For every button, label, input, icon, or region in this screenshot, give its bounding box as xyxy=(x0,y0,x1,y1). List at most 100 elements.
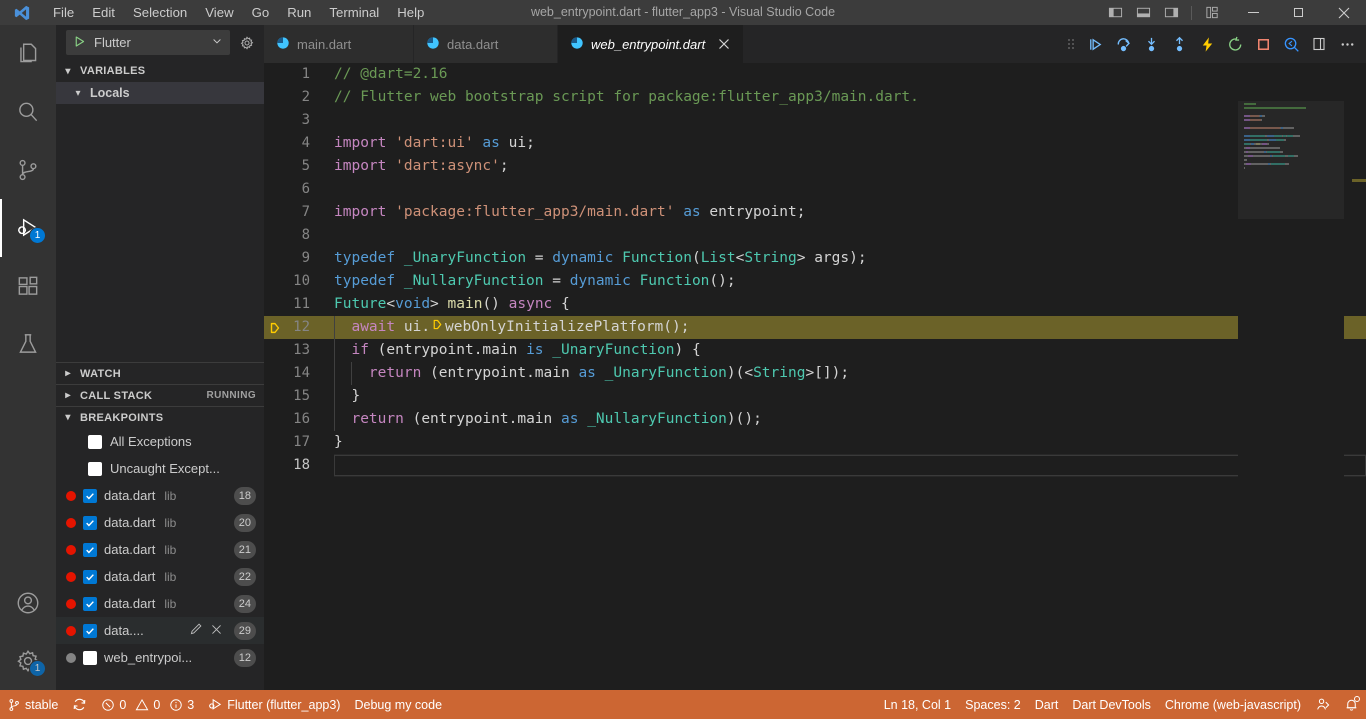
inline-breakpoint-marker-icon[interactable] xyxy=(431,316,444,339)
breakpoint-item[interactable]: data.dart lib 24 xyxy=(56,590,264,617)
activity-item-manage[interactable]: 1 xyxy=(0,632,56,690)
drag-handle-icon[interactable] xyxy=(1062,31,1080,57)
breakpoint-exception-uncaught[interactable]: Uncaught Except... xyxy=(56,455,264,482)
code-line[interactable]: 7 import 'package:flutter_app3/main.dart'… xyxy=(264,201,1366,224)
status-editor-indentation[interactable]: Spaces: 2 xyxy=(958,690,1028,719)
checkbox-unchecked[interactable] xyxy=(88,434,102,449)
code-text[interactable]: typedef _UnaryFunction = dynamic Functio… xyxy=(334,247,1366,270)
code-text[interactable]: import 'dart:async'; xyxy=(334,155,1366,178)
code-line[interactable]: 3 xyxy=(264,109,1366,132)
activity-item-source-control[interactable] xyxy=(0,141,56,199)
edit-condition-icon[interactable] xyxy=(189,622,203,639)
step-out-icon[interactable] xyxy=(1166,31,1192,57)
variables-scope-locals[interactable]: ▾ Locals xyxy=(56,82,264,104)
menu-selection[interactable]: Selection xyxy=(124,0,196,25)
code-line[interactable]: 13 if (entrypoint.main is _UnaryFunction… xyxy=(264,339,1366,362)
checkbox-unchecked[interactable] xyxy=(83,650,97,665)
checkbox-checked[interactable] xyxy=(83,542,97,557)
tab-main-dart[interactable]: main.dart xyxy=(264,25,414,63)
code-text[interactable]: } xyxy=(334,385,1366,408)
status-debug-my-code[interactable]: Debug my code xyxy=(347,690,449,719)
tab-web-entrypoint-dart[interactable]: web_entrypoint.dart xyxy=(558,25,745,63)
minimize-button[interactable] xyxy=(1231,0,1276,25)
breakpoint-item[interactable]: data.dart lib 22 xyxy=(56,563,264,590)
code-text[interactable]: import 'dart:ui' as ui; xyxy=(334,132,1366,155)
hot-restart-icon[interactable] xyxy=(1222,31,1248,57)
code-editor[interactable]: 1 // @dart=2.16 2 // Flutter web bootstrap … xyxy=(264,63,1366,690)
code-text[interactable]: // @dart=2.16 xyxy=(334,63,1366,86)
continue-icon[interactable] xyxy=(1082,31,1108,57)
open-devtools-icon[interactable] xyxy=(1306,31,1332,57)
step-into-icon[interactable] xyxy=(1138,31,1164,57)
code-text[interactable]: return (entrypoint.main as _NullaryFunct… xyxy=(334,408,1366,431)
status-notifications[interactable] xyxy=(1337,690,1366,719)
code-line[interactable]: 15 } xyxy=(264,385,1366,408)
code-text[interactable]: // Flutter web bootstrap script for pack… xyxy=(334,86,1366,109)
code-line[interactable]: 17} xyxy=(264,431,1366,454)
section-watch-header[interactable]: ▸ WATCH xyxy=(56,362,264,384)
code-line[interactable]: 4 import 'dart:ui' as ui; xyxy=(264,132,1366,155)
tab-data-dart[interactable]: data.dart xyxy=(414,25,558,63)
code-line[interactable]: 2 // Flutter web bootstrap script for pac… xyxy=(264,86,1366,109)
section-call-stack-header[interactable]: ▸ CALL STACK RUNNING xyxy=(56,384,264,406)
inspect-widget-icon[interactable] xyxy=(1278,31,1304,57)
breakpoint-exception-all[interactable]: All Exceptions xyxy=(56,428,264,455)
toggle-panel-icon[interactable] xyxy=(1132,2,1154,24)
status-editor-position[interactable]: Ln 18, Col 1 xyxy=(877,690,958,719)
code-line[interactable]: 11 Future<void> main() async { xyxy=(264,293,1366,316)
maximize-button[interactable] xyxy=(1276,0,1321,25)
activity-item-run-and-debug[interactable]: 1 xyxy=(0,199,56,257)
menu-view[interactable]: View xyxy=(196,0,242,25)
checkbox-unchecked[interactable] xyxy=(88,461,102,476)
close-button[interactable] xyxy=(1321,0,1366,25)
section-variables-header[interactable]: ▾ VARIABLES xyxy=(56,60,264,82)
debug-current-line-arrow-icon[interactable] xyxy=(264,321,286,335)
code-line[interactable]: 1 // @dart=2.16 xyxy=(264,63,1366,86)
debug-configure-gear-icon[interactable] xyxy=(236,32,258,54)
breakpoint-item-disabled[interactable]: web_entrypoi... 12 xyxy=(56,644,264,671)
menu-run[interactable]: Run xyxy=(278,0,320,25)
close-icon[interactable] xyxy=(716,36,732,52)
activity-item-testing[interactable] xyxy=(0,315,56,373)
code-lines[interactable]: 1 // @dart=2.16 2 // Flutter web bootstrap … xyxy=(264,63,1366,690)
checkbox-checked[interactable] xyxy=(83,623,97,638)
code-text[interactable] xyxy=(334,454,1366,477)
menu-file[interactable]: File xyxy=(44,0,83,25)
status-flutter-device[interactable]: Chrome (web-javascript) xyxy=(1158,690,1308,719)
status-remote-branch[interactable]: stable xyxy=(0,690,65,719)
activity-item-accounts[interactable] xyxy=(0,574,56,632)
remove-breakpoint-icon[interactable] xyxy=(210,623,223,639)
code-line[interactable]: 10 typedef _NullaryFunction = dynamic Fun… xyxy=(264,270,1366,293)
breakpoint-item[interactable]: data.dart lib 20 xyxy=(56,509,264,536)
status-editor-language[interactable]: Dart xyxy=(1028,690,1066,719)
editor-vertical-scrollbar[interactable] xyxy=(1352,101,1366,690)
status-live-share[interactable] xyxy=(1308,690,1337,719)
code-text[interactable]: await ui. webOnlyInitializePlatform(); xyxy=(334,315,1366,340)
checkbox-checked[interactable] xyxy=(83,596,97,611)
customize-layout-icon[interactable] xyxy=(1201,2,1223,24)
toggle-primary-sidebar-icon[interactable] xyxy=(1104,2,1126,24)
code-text[interactable]: Future<void> main() async { xyxy=(334,293,1366,316)
checkbox-checked[interactable] xyxy=(83,515,97,530)
launch-configuration-select[interactable]: Flutter xyxy=(66,30,230,55)
code-line[interactable]: 9 typedef _UnaryFunction = dynamic Functi… xyxy=(264,247,1366,270)
checkbox-checked[interactable] xyxy=(83,569,97,584)
breakpoint-item[interactable]: data.dart lib 18 xyxy=(56,482,264,509)
menu-terminal[interactable]: Terminal xyxy=(320,0,388,25)
code-text[interactable]: if (entrypoint.main is _UnaryFunction) { xyxy=(334,339,1366,362)
code-line[interactable]: 6 xyxy=(264,178,1366,201)
hot-reload-icon[interactable] xyxy=(1194,31,1220,57)
code-line[interactable]: 5 import 'dart:async'; xyxy=(264,155,1366,178)
status-dart-devtools[interactable]: Dart DevTools xyxy=(1065,690,1158,719)
activity-item-extensions[interactable] xyxy=(0,257,56,315)
breakpoint-item[interactable]: data.dart lib 21 xyxy=(56,536,264,563)
code-text[interactable]: } xyxy=(334,431,1366,454)
code-text[interactable]: typedef _NullaryFunction = dynamic Funct… xyxy=(334,270,1366,293)
code-line[interactable]: 16 return (entrypoint.main as _NullaryFu… xyxy=(264,408,1366,431)
menu-help[interactable]: Help xyxy=(388,0,433,25)
section-breakpoints-header[interactable]: ▾ BREAKPOINTS xyxy=(56,406,264,428)
activity-item-search[interactable] xyxy=(0,83,56,141)
code-line[interactable]: 12 await ui. webOnlyInitializePlatform(); xyxy=(264,315,1366,340)
code-text[interactable]: import 'package:flutter_app3/main.dart' … xyxy=(334,201,1366,224)
more-actions-icon[interactable] xyxy=(1334,31,1360,57)
